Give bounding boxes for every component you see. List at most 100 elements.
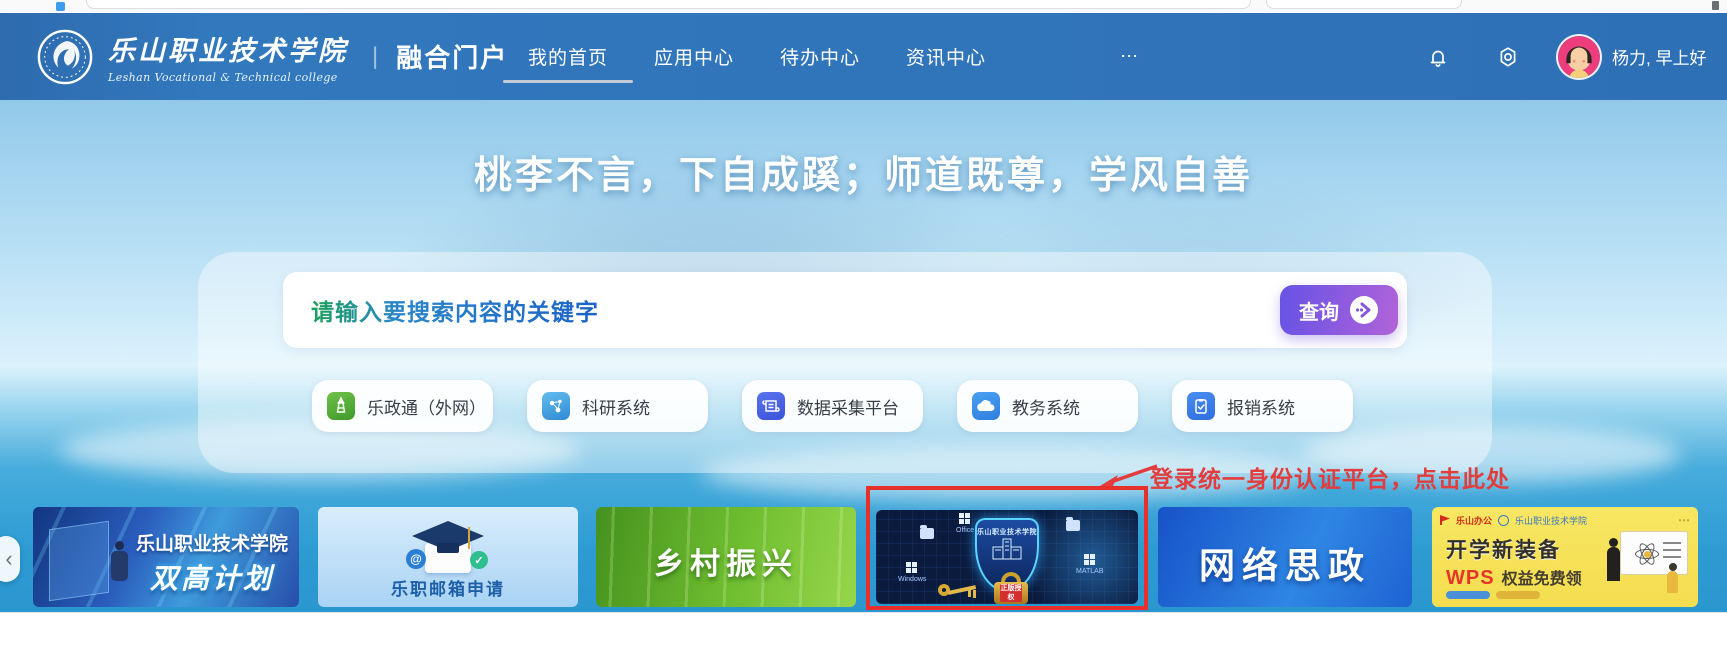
brand-block[interactable]: 乐山职业技术学院 Leshan Vocational & Technical c… bbox=[36, 13, 508, 100]
quick-link-data-collection[interactable]: 数据采集平台 bbox=[742, 380, 923, 432]
brand-divider: | bbox=[372, 43, 378, 71]
banner-card-email-apply[interactable]: @ ✓ 乐职邮箱申请 bbox=[318, 507, 578, 607]
quick-links-row: 乐政通（外网） 科研系统 数据采集平台 bbox=[312, 380, 1353, 432]
cartoon-teacher-figure bbox=[1607, 547, 1620, 581]
college-mini-logo-icon bbox=[1498, 515, 1509, 526]
golden-padlock-icon: 正版授权 bbox=[994, 572, 1028, 604]
windows-software-icon: Windows bbox=[898, 562, 926, 583]
banner-card-wps-benefits[interactable]: 乐山办公 乐山职业技术学院 ⋯ 开学新装备 WPS 权益免费领 bbox=[1432, 507, 1698, 607]
quick-link-academic-affairs[interactable]: 教务系统 bbox=[957, 380, 1138, 432]
brand-left: 乐山办公 bbox=[1456, 514, 1492, 527]
wps-card-header: 乐山办公 乐山职业技术学院 ⋯ bbox=[1440, 513, 1690, 527]
wps-benefit-text: 权益免费领 bbox=[1502, 565, 1582, 589]
browser-secondary-bar[interactable] bbox=[1266, 0, 1462, 9]
cloud-person-icon bbox=[972, 392, 1000, 420]
nav-tab-my-home[interactable]: 我的首页 bbox=[528, 13, 608, 100]
banner-card-network-ideology[interactable]: 网络思政 bbox=[1158, 507, 1412, 607]
quick-link-reimbursement[interactable]: 报销系统 bbox=[1172, 380, 1353, 432]
more-dots: ⋯ bbox=[1678, 513, 1690, 527]
annotation-text: 登录统一身份认证平台，点击此处 bbox=[1150, 460, 1510, 494]
search-submit-button[interactable]: 查询 bbox=[1280, 285, 1398, 335]
college-name: 乐山职业技术学院 bbox=[108, 29, 348, 68]
leshan-office-logo-icon bbox=[1440, 515, 1450, 525]
software-label: MATLAB bbox=[1076, 568, 1104, 575]
college-logo-icon bbox=[36, 28, 94, 86]
user-greeting: 杨力, 早上好 bbox=[1612, 44, 1706, 69]
nav-tab-app-center[interactable]: 应用中心 bbox=[654, 13, 734, 100]
software-label: Office bbox=[956, 527, 974, 534]
folder-icon bbox=[1066, 520, 1080, 531]
search-panel: 请输入要搜索内容的关键字 查询 乐政通（外网） bbox=[198, 252, 1492, 473]
search-placeholder: 请输入要搜索内容的关键字 bbox=[311, 293, 599, 327]
folder-icon bbox=[920, 528, 934, 539]
shield-college-name: 乐山职业技术学院 bbox=[977, 527, 1037, 537]
wps-subline: WPS 权益免费领 bbox=[1446, 565, 1582, 590]
tag-chip bbox=[1496, 591, 1540, 599]
wps-headline: 开学新装备 bbox=[1446, 534, 1561, 564]
notification-bell-icon[interactable] bbox=[1426, 45, 1450, 69]
leshan-tower-icon bbox=[327, 392, 355, 420]
whiteboard-illustration bbox=[1620, 531, 1688, 575]
person-figure-decoration bbox=[115, 541, 124, 550]
atom-drawing-icon bbox=[1635, 542, 1659, 566]
nav-tab-todo-center[interactable]: 待办中心 bbox=[780, 13, 860, 100]
quick-link-label: 乐政通（外网） bbox=[367, 394, 486, 419]
person-figure-decoration bbox=[111, 551, 128, 581]
browser-address-bar[interactable] bbox=[86, 0, 1251, 9]
email-at-badge-icon: @ bbox=[406, 549, 426, 569]
scroll-document-icon bbox=[757, 392, 785, 420]
college-name-en: Leshan Vocational & Technical college bbox=[108, 71, 348, 84]
graduation-cap-icon bbox=[437, 543, 459, 553]
main-nav: 我的首页 应用中心 待办中心 资讯中心 ⋯ bbox=[528, 13, 1140, 100]
carousel-prev-button[interactable]: ‹ bbox=[0, 536, 20, 582]
header-bar: 乐山职业技术学院 Leshan Vocational & Technical c… bbox=[0, 13, 1727, 100]
quick-link-lezhengtong[interactable]: 乐政通（外网） bbox=[312, 380, 493, 432]
hero-slogan: 桃李不言，下自成蹊；师道既尊，学风自善 bbox=[0, 144, 1727, 199]
card-title: 乐山职业技术学院 bbox=[129, 529, 295, 556]
check-badge-icon: ✓ bbox=[470, 551, 488, 569]
search-go-arrow-icon bbox=[1349, 295, 1379, 325]
campus-building-icon bbox=[989, 537, 1025, 563]
banner-card-sso-license[interactable]: Office Windows MATLAB 乐山职业技术学院 正版授权 bbox=[876, 510, 1138, 604]
portal-name: 融合门户 bbox=[396, 38, 508, 75]
research-molecule-icon bbox=[542, 392, 570, 420]
office-software-icon: Office bbox=[956, 513, 974, 534]
search-button-label: 查询 bbox=[1299, 296, 1339, 325]
page-bottom-whitespace bbox=[0, 612, 1727, 670]
banner-card-double-high-plan[interactable]: 乐山职业技术学院 双高计划 bbox=[33, 507, 299, 607]
quick-link-label: 数据采集平台 bbox=[797, 394, 899, 419]
quick-link-label: 教务系统 bbox=[1012, 394, 1080, 419]
settings-gear-icon[interactable] bbox=[1496, 45, 1520, 69]
banner-card-rural-revitalization[interactable]: 乡村振兴 bbox=[596, 507, 856, 607]
browser-extension-icon[interactable] bbox=[1712, 1, 1719, 10]
card-label: 乐职邮箱申请 bbox=[318, 575, 578, 600]
quick-link-label: 报销系统 bbox=[1227, 394, 1295, 419]
portal-page: { "colors": { "header_blue": "#3077bd", … bbox=[0, 0, 1727, 670]
cartoon-student-figure bbox=[1667, 571, 1678, 593]
user-avatar[interactable] bbox=[1558, 36, 1600, 78]
card-subtitle: 双高计划 bbox=[129, 557, 295, 597]
software-label: Windows bbox=[898, 576, 926, 583]
nav-tab-news-center[interactable]: 资讯中心 bbox=[906, 13, 986, 100]
cap-tassel-decoration bbox=[468, 527, 470, 549]
brand-right: 乐山职业技术学院 bbox=[1515, 514, 1587, 527]
golden-key-icon bbox=[938, 580, 978, 598]
matlab-software-icon: MATLAB bbox=[1076, 554, 1104, 575]
quick-link-label: 科研系统 bbox=[582, 394, 650, 419]
nav-more-button[interactable]: ⋯ bbox=[1120, 13, 1140, 100]
brand-names: 乐山职业技术学院 Leshan Vocational & Technical c… bbox=[108, 29, 348, 84]
screen-panel-decoration bbox=[49, 521, 109, 601]
quick-link-research-system[interactable]: 科研系统 bbox=[527, 380, 708, 432]
annotation-arrow-icon bbox=[1085, 462, 1160, 494]
browser-favicon-icon bbox=[56, 2, 65, 11]
board-text-lines bbox=[1663, 542, 1681, 558]
wps-wordmark: WPS bbox=[1446, 567, 1495, 590]
header-right-cluster: 杨力, 早上好 bbox=[1426, 13, 1706, 100]
card-label: 网络思政 bbox=[1158, 537, 1412, 589]
clipboard-check-icon bbox=[1187, 392, 1215, 420]
browser-chrome-sliver bbox=[0, 0, 1727, 13]
tag-chip bbox=[1446, 591, 1490, 599]
card-label: 乡村振兴 bbox=[596, 539, 856, 583]
license-badge: 正版授权 bbox=[1000, 584, 1022, 602]
search-input[interactable]: 请输入要搜索内容的关键字 查询 bbox=[283, 272, 1407, 348]
